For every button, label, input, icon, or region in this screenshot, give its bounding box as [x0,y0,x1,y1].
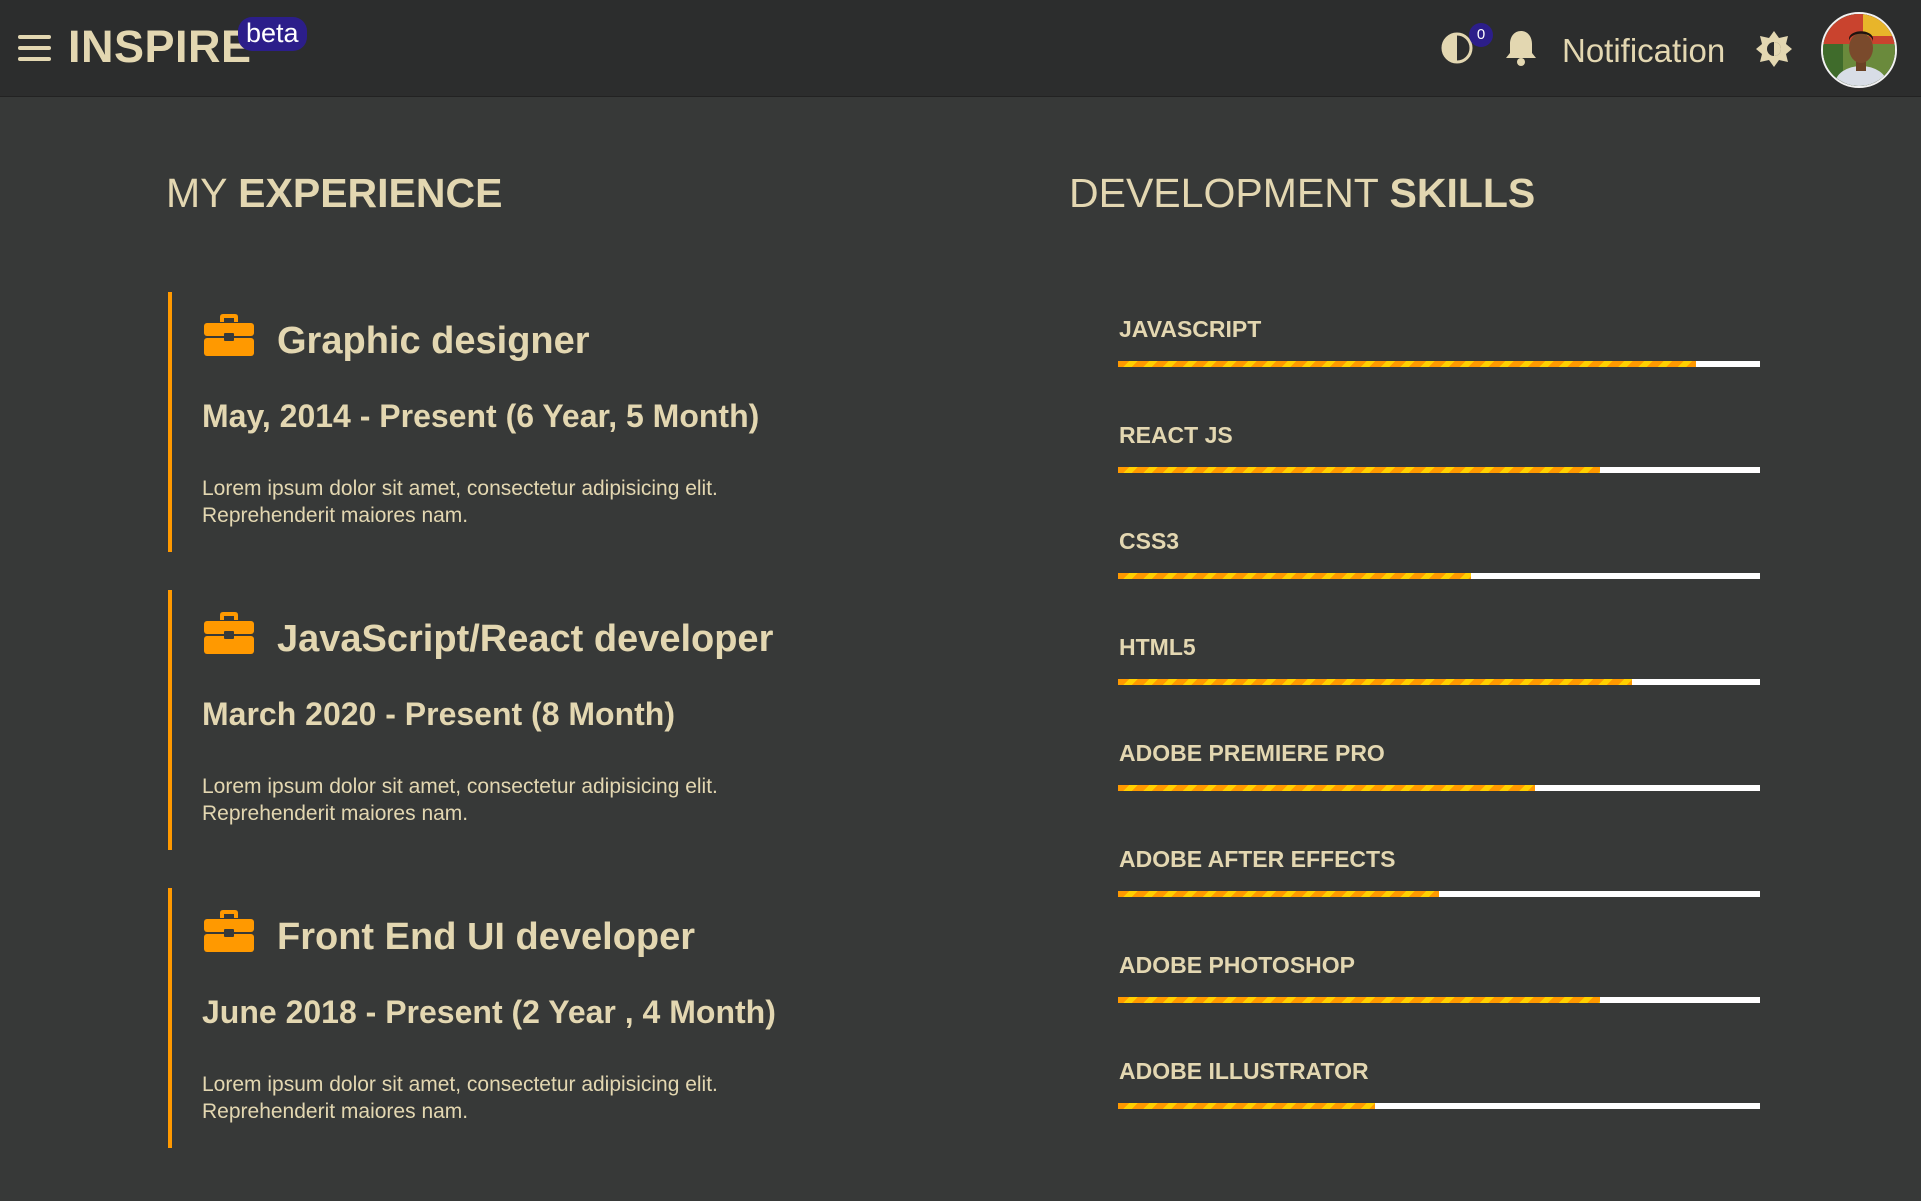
skill-progress-bar [1118,467,1760,473]
experience-period: June 2018 - Present (2 Year , 4 Month) [202,994,776,1030]
experience-title: JavaScript/React developer [277,618,774,660]
skill-progress-fill [1118,361,1696,367]
experience-description: Lorem ipsum dolor sit amet, consectetur … [202,1071,762,1125]
skill-name: ADOBE AFTER EFFECTS [1119,846,1396,872]
experience-heading-bold: EXPERIENCE [238,170,503,216]
skill-item: ADOBE PHOTOSHOP [1118,952,1760,1022]
experience-period: March 2020 - Present (8 Month) [202,696,675,732]
menu-icon[interactable] [18,33,51,63]
skill-name: HTML5 [1119,634,1196,660]
experience-heading: MY EXPERIENCE [166,170,502,217]
avatar[interactable] [1821,12,1897,88]
briefcase-icon [204,910,254,952]
briefcase-icon [204,612,254,654]
experience-item: Front End UI developer June 2018 - Prese… [168,888,808,1148]
experience-title: Graphic designer [277,320,590,362]
experience-description: Lorem ipsum dolor sit amet, consectetur … [202,773,762,827]
skills-heading: DEVELOPMENT SKILLS [1069,170,1535,217]
experience-item: JavaScript/React developer March 2020 - … [168,590,808,850]
skill-progress-bar [1118,679,1760,685]
skill-item: ADOBE PREMIERE PRO [1118,740,1760,810]
sun-icon[interactable] [1755,30,1793,68]
experience-description: Lorem ipsum dolor sit amet, consectetur … [202,475,762,529]
skill-item: JAVASCRIPT [1118,316,1760,386]
skill-progress-bar [1118,1103,1760,1109]
skills-heading-bold: SKILLS [1389,170,1536,216]
experience-description-line: Lorem ipsum dolor sit amet, consectetur … [202,1073,718,1096]
skill-progress-bar [1118,997,1760,1003]
skill-progress-fill [1118,785,1536,791]
skill-progress-fill [1118,1103,1375,1109]
skill-name: ADOBE PHOTOSHOP [1119,952,1355,978]
bell-icon[interactable] [1503,28,1539,68]
brand-logo[interactable]: INSPIRE [68,21,252,73]
skill-item: ADOBE AFTER EFFECTS [1118,846,1760,916]
briefcase-icon [204,314,254,356]
skill-progress-bar [1118,361,1760,367]
experience-description-line: Lorem ipsum dolor sit amet, consectetur … [202,775,718,798]
skills-heading-light: DEVELOPMENT [1069,170,1390,216]
skill-progress-fill [1118,467,1600,473]
experience-heading-light: MY [166,170,239,216]
experience-title: Front End UI developer [277,916,696,958]
beta-badge: beta [238,17,307,51]
skill-name: ADOBE PREMIERE PRO [1119,740,1385,766]
skill-progress-fill [1118,573,1472,579]
experience-description-line: Reprehenderit maiores nam. [202,1100,469,1123]
skill-name: JAVASCRIPT [1119,316,1262,342]
experience-description-line: Lorem ipsum dolor sit amet, consectetur … [202,477,718,500]
skill-item: CSS3 [1118,528,1760,598]
skill-item: HTML5 [1118,634,1760,704]
skill-item: ADOBE ILLUSTRATOR [1118,1058,1760,1128]
experience-period: May, 2014 - Present (6 Year, 5 Month) [202,398,760,434]
skill-progress-fill [1118,891,1439,897]
notification-count-badge: 0 [1469,23,1493,47]
skill-progress-bar [1118,785,1760,791]
experience-item: Graphic designer May, 2014 - Present (6 … [168,292,808,552]
skill-name: REACT JS [1119,422,1233,448]
skill-progress-fill [1118,679,1632,685]
experience-description-line: Reprehenderit maiores nam. [202,802,469,825]
skill-name: CSS3 [1119,528,1180,554]
skill-progress-fill [1118,997,1600,1003]
top-bar: INSPIRE beta 0 Notification [0,0,1921,97]
skill-progress-bar [1118,891,1760,897]
skill-progress-bar [1118,573,1760,579]
skill-name: ADOBE ILLUSTRATOR [1119,1058,1369,1084]
notification-link[interactable]: Notification [1562,32,1725,70]
skill-item: REACT JS [1118,422,1760,492]
experience-description-line: Reprehenderit maiores nam. [202,504,469,527]
